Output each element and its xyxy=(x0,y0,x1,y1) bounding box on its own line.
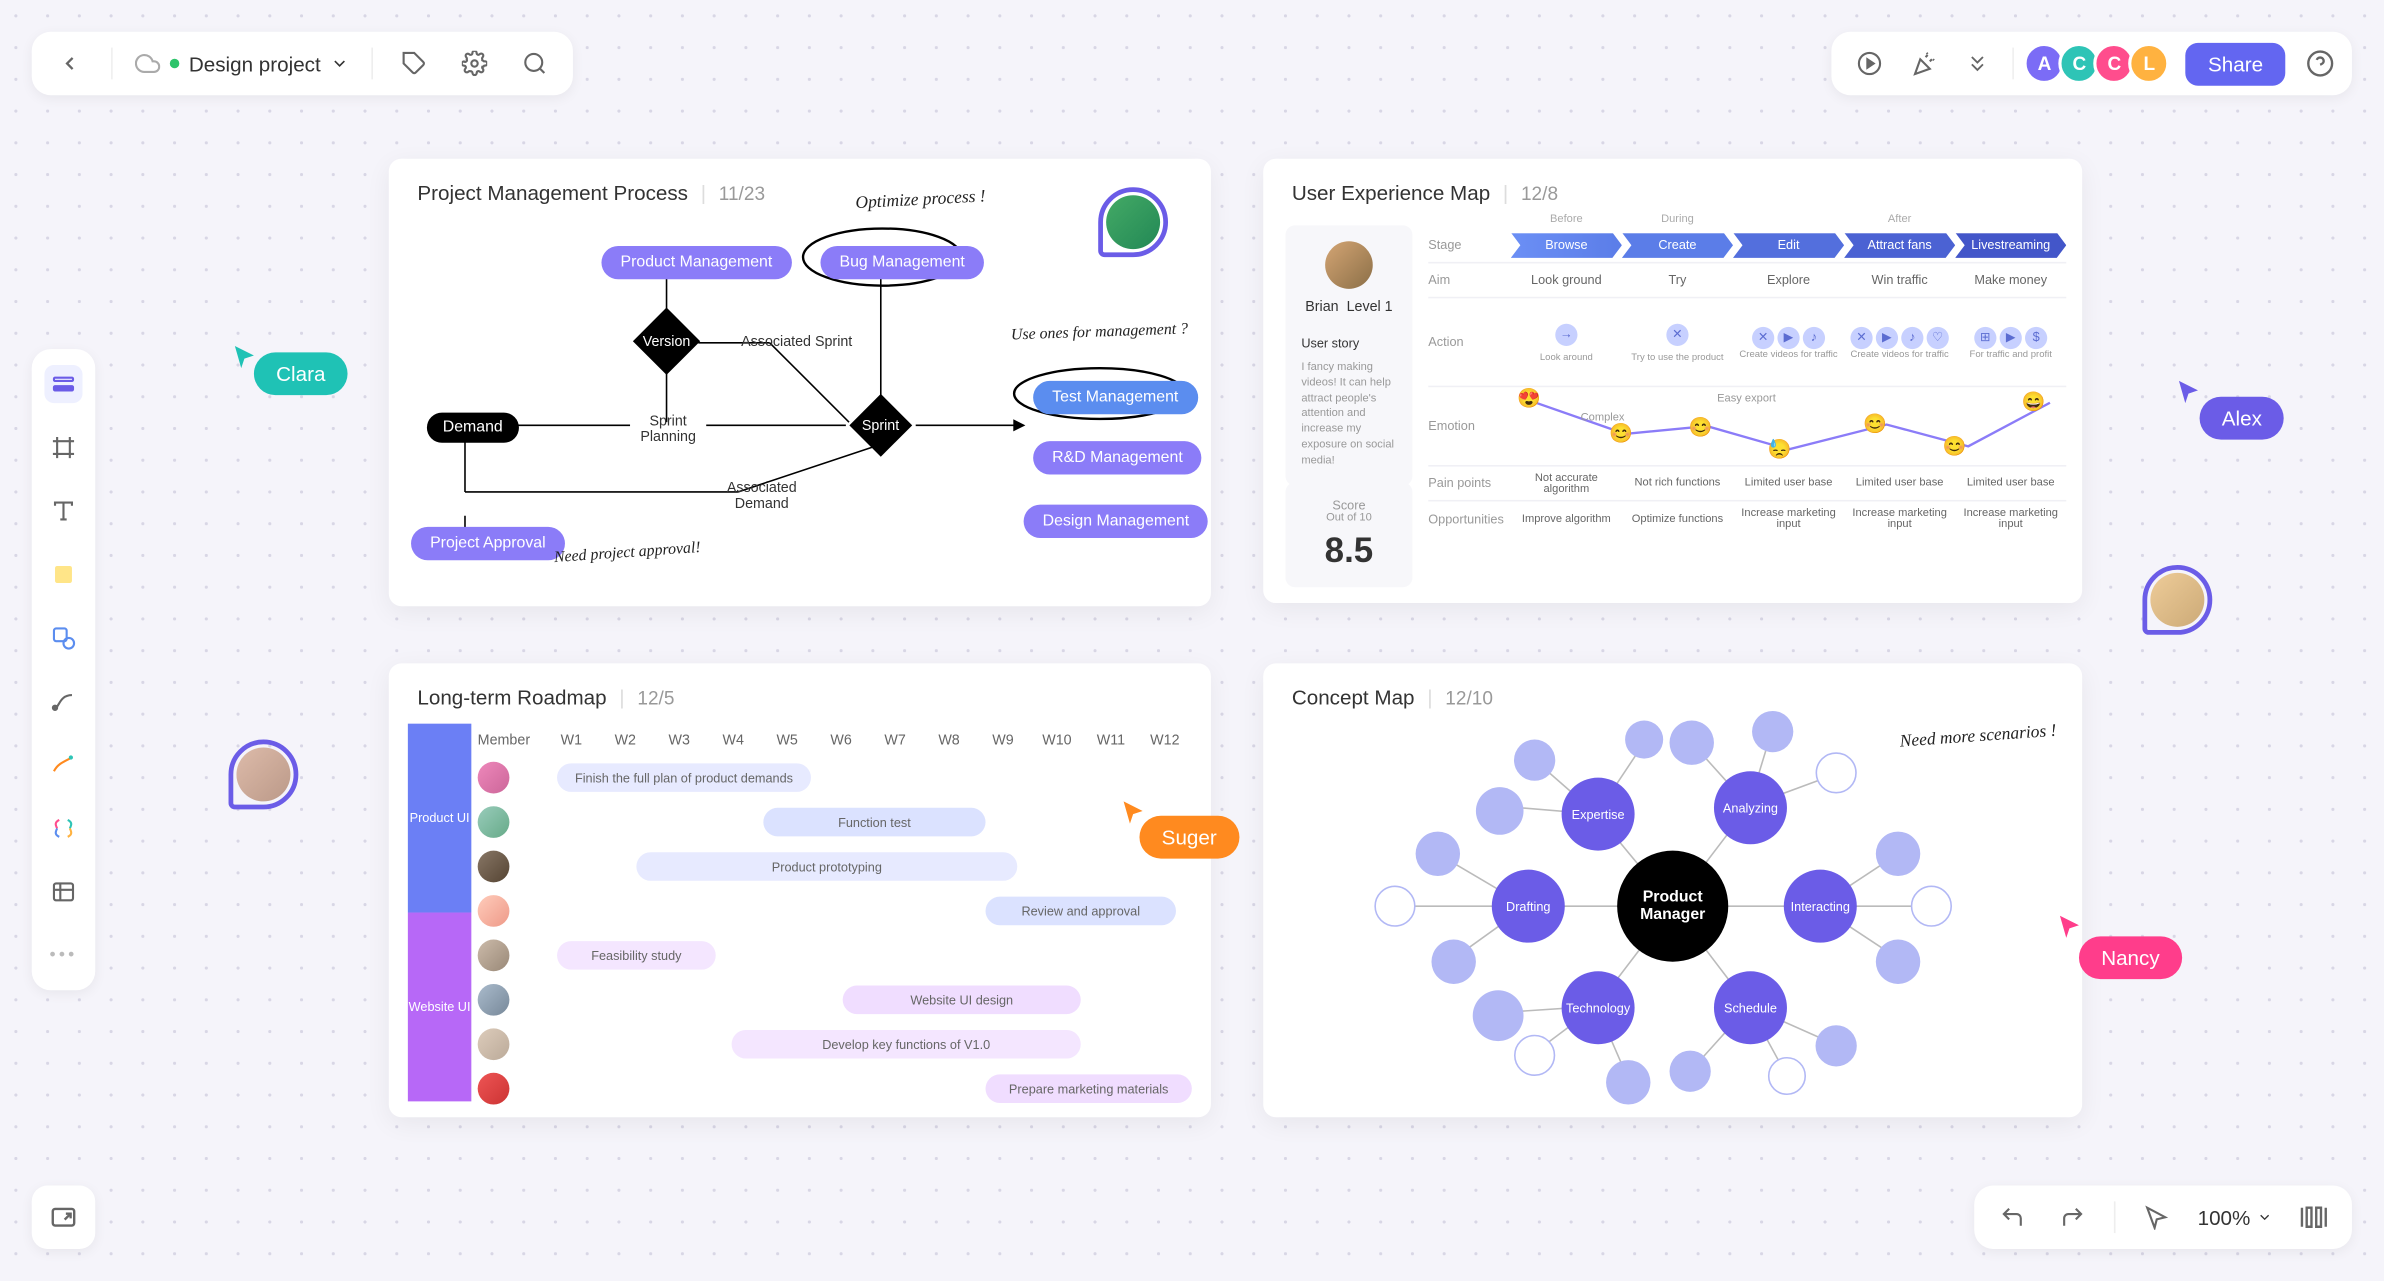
user-avatar-bubble[interactable] xyxy=(1098,187,1168,257)
card-date: 12/5 xyxy=(637,686,674,708)
minimap-toggle[interactable] xyxy=(32,1185,95,1248)
cursor-label-clara: Clara xyxy=(254,352,348,395)
connector-tool[interactable] xyxy=(44,682,82,720)
shape-tool[interactable] xyxy=(44,619,82,657)
search-icon[interactable] xyxy=(516,44,554,82)
help-icon[interactable] xyxy=(2301,44,2339,82)
card-title: User Experience Map xyxy=(1292,181,1490,205)
roadmap-task[interactable]: Function test xyxy=(763,808,985,837)
roadmap-task[interactable]: Prepare marketing materials xyxy=(986,1074,1192,1103)
persona-avatar xyxy=(1325,241,1373,289)
flow-node[interactable]: R&D Management xyxy=(1033,441,1202,474)
zoom-control[interactable]: 100% xyxy=(2198,1205,2273,1229)
flow-label: Sprint Planning xyxy=(621,413,716,445)
table-tool[interactable] xyxy=(44,873,82,911)
persona-panel: Brian Level 1 User story I fancy making … xyxy=(1285,225,1412,485)
concept-node[interactable]: Schedule xyxy=(1714,971,1787,1044)
flow-label: Associated Demand xyxy=(706,479,817,511)
cursor-icon xyxy=(2176,378,2205,407)
cursor-icon[interactable] xyxy=(2137,1198,2175,1236)
concept-node[interactable]: Interacting xyxy=(1784,870,1857,943)
flow-diamond[interactable]: Version xyxy=(633,308,700,375)
roadmap-group[interactable]: Product UI xyxy=(408,724,471,913)
share-button[interactable]: Share xyxy=(2186,42,2286,85)
flow-node[interactable]: Design Management xyxy=(1024,505,1209,538)
select-tool[interactable] xyxy=(44,365,82,403)
fit-view-icon[interactable] xyxy=(2295,1198,2333,1236)
settings-icon[interactable] xyxy=(456,44,494,82)
cursor-icon xyxy=(2057,913,2086,942)
card-concept-map[interactable]: Concept Map | 12/10 Product Manager Expe… xyxy=(1263,663,2082,1117)
card-roadmap[interactable]: Long-term Roadmap | 12/5 Product UI Webs… xyxy=(389,663,1211,1117)
card-date: 11/23 xyxy=(719,182,765,204)
flow-node[interactable]: Product Management xyxy=(601,246,791,279)
concept-node[interactable]: Analyzing xyxy=(1714,771,1787,844)
user-avatar-bubble[interactable] xyxy=(229,740,299,810)
cursor-label-suger: Suger xyxy=(1139,816,1239,859)
sticky-note-tool[interactable] xyxy=(44,555,82,593)
concept-node[interactable]: Expertise xyxy=(1562,778,1635,851)
flow-node[interactable]: Demand xyxy=(427,413,519,443)
card-process[interactable]: Project Management Process | 11/23 Produ… xyxy=(389,159,1211,607)
roadmap-task[interactable]: Product prototyping xyxy=(636,852,1017,881)
more-options-icon[interactable] xyxy=(1959,44,1997,82)
roadmap-task[interactable]: Finish the full plan of product demands xyxy=(557,763,811,792)
roadmap-task[interactable]: Review and approval xyxy=(986,897,1176,926)
back-button[interactable] xyxy=(51,44,89,82)
concept-center[interactable]: Product Manager xyxy=(1617,851,1728,962)
roadmap-task[interactable]: Develop key functions of V1.0 xyxy=(732,1030,1081,1059)
play-icon[interactable] xyxy=(1851,44,1889,82)
card-date: 12/8 xyxy=(1521,182,1558,204)
avatar[interactable]: L xyxy=(2129,43,2170,84)
frame-tool[interactable] xyxy=(44,428,82,466)
score-panel: Score Out of 10 8.5 xyxy=(1285,482,1412,587)
flow-node[interactable]: Project Approval xyxy=(411,527,565,560)
flow-node[interactable]: Bug Management xyxy=(820,246,983,279)
collaborator-avatars[interactable]: A C C L xyxy=(2030,43,2170,84)
card-title: Concept Map xyxy=(1292,686,1415,710)
concept-node[interactable]: Drafting xyxy=(1492,870,1565,943)
flow-diamond[interactable]: Sprint xyxy=(849,394,912,457)
concept-node[interactable]: Technology xyxy=(1562,971,1635,1044)
mind-map-tool[interactable] xyxy=(44,809,82,847)
undo-button[interactable] xyxy=(1993,1198,2031,1236)
annotation: Use ones for management ? xyxy=(1011,321,1189,345)
more-tools[interactable]: ••• xyxy=(44,936,82,974)
bottom-controls: 100% xyxy=(1974,1185,2352,1248)
card-date: 12/10 xyxy=(1445,686,1493,708)
celebration-icon[interactable] xyxy=(1905,44,1943,82)
pen-tool[interactable] xyxy=(44,746,82,784)
project-selector[interactable]: Design project xyxy=(135,51,349,76)
roadmap-task[interactable]: Feasibility study xyxy=(557,941,716,970)
cursor-label-alex: Alex xyxy=(2200,397,2285,440)
topbar-right: A C C L Share xyxy=(1832,32,2352,95)
card-ux-map[interactable]: User Experience Map | 12/8 Brian Level 1… xyxy=(1263,159,2082,603)
flow-label: Associated Sprint xyxy=(741,333,852,349)
left-toolbar: ••• xyxy=(32,349,95,990)
text-tool[interactable] xyxy=(44,492,82,530)
card-title: Long-term Roadmap xyxy=(417,686,606,710)
ux-grid: Before During After Stage Browse Create … xyxy=(1428,209,2066,536)
cursor-label-nancy: Nancy xyxy=(2079,936,2182,979)
redo-button[interactable] xyxy=(2053,1198,2091,1236)
card-title: Project Management Process xyxy=(417,181,688,205)
flow-node[interactable]: Test Management xyxy=(1033,381,1197,414)
roadmap-task[interactable]: Website UI design xyxy=(843,986,1081,1015)
annotation: Need project approval! xyxy=(553,539,701,567)
project-name: Design project xyxy=(189,52,321,76)
user-avatar-bubble[interactable] xyxy=(2142,565,2212,635)
topbar-left: Design project xyxy=(32,32,573,95)
roadmap-group[interactable]: Website UI xyxy=(408,913,471,1102)
tag-icon[interactable] xyxy=(395,44,433,82)
